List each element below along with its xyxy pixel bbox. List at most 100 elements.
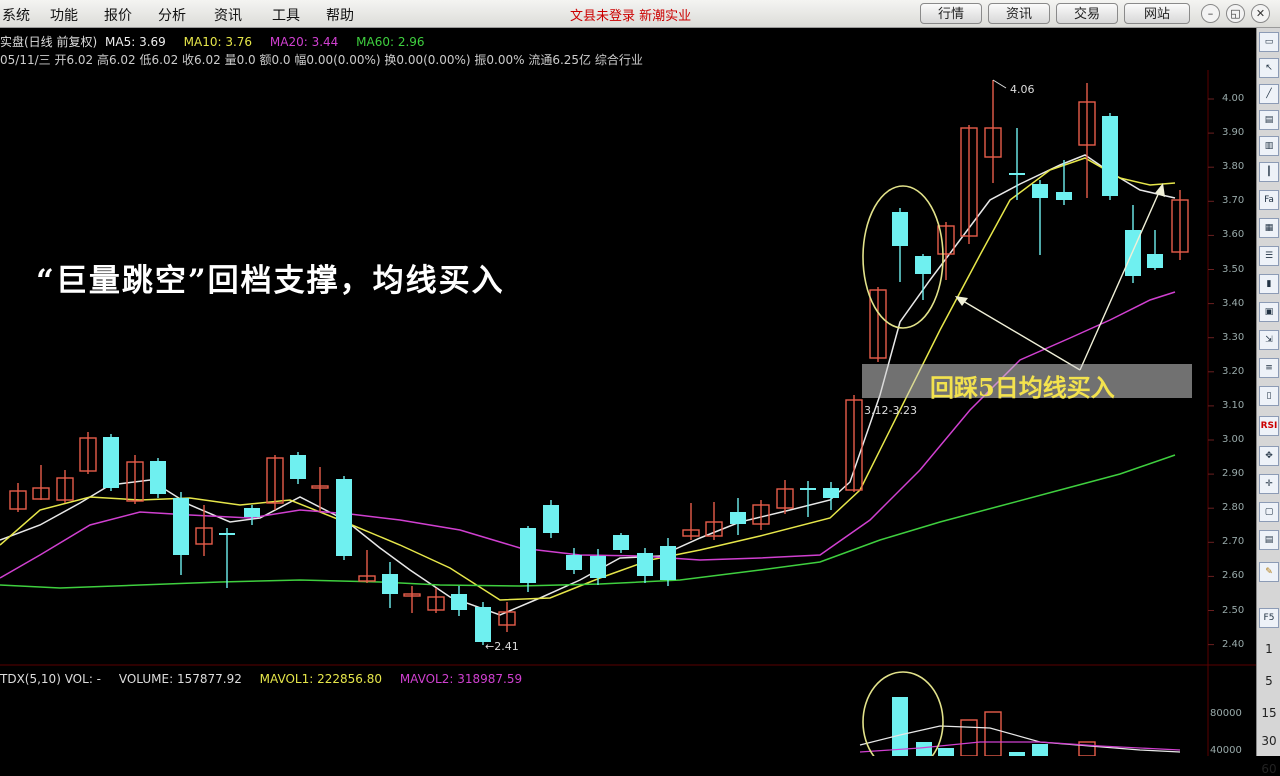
candle-body (451, 594, 467, 610)
menu-news[interactable]: 资讯 (214, 5, 242, 25)
period-30[interactable]: 30 (1259, 734, 1279, 748)
website-button[interactable]: 网站 (1124, 3, 1190, 24)
candle-body (892, 212, 908, 246)
period-60[interactable]: 60 (1259, 762, 1279, 776)
volume-bar (960, 719, 978, 756)
candle-body (1032, 184, 1048, 198)
price-tick-label: 4.00 (1222, 93, 1245, 104)
price-tick-label: 2.60 (1222, 570, 1245, 582)
toolbar-window-icon[interactable]: ▣ (1259, 302, 1279, 322)
volume-bar (1032, 744, 1048, 756)
volume-tick-label: 80000 (1210, 708, 1242, 719)
candle-body (566, 555, 582, 570)
chart-annotations: 4.06 ←2.41 3.12-3.23 (485, 79, 1165, 756)
news-button[interactable]: 资讯 (988, 3, 1050, 24)
period-15[interactable]: 15 (1259, 706, 1279, 720)
toolbar-expand-icon[interactable]: ⇲ (1259, 330, 1279, 350)
arrowhead-icon (955, 296, 968, 306)
candle-body (336, 479, 352, 556)
quote-button[interactable]: 行情 (920, 3, 982, 24)
price-tick-label: 3.70 (1222, 195, 1245, 207)
menu-analysis[interactable]: 分析 (158, 5, 186, 25)
toolbar-box-icon[interactable]: ▢ (1259, 502, 1279, 522)
low-price-label: ←2.41 (485, 640, 519, 653)
trade-button[interactable]: 交易 (1056, 3, 1118, 24)
candle-body (660, 546, 676, 580)
candle-body (290, 455, 306, 479)
price-tick-label: 2.50 (1222, 604, 1245, 616)
volume-bar (938, 748, 954, 756)
pencil-icon[interactable]: ✎ (1259, 562, 1279, 582)
banner-text: 回踩5日均线买入 (930, 373, 1115, 402)
arrow-line (1079, 189, 1161, 371)
toolbar-calendar-icon[interactable]: ▤ (1259, 530, 1279, 550)
candle-body (382, 574, 398, 594)
candle-body (1009, 173, 1025, 175)
price-tick-label: 3.60 (1222, 229, 1245, 241)
price-tick-label: 3.40 (1222, 297, 1245, 309)
candle-body (219, 533, 235, 535)
toolbar-list-icon[interactable]: ☰ (1259, 246, 1279, 266)
mavol2-value: MAVOL2: 318987.59 (399, 672, 523, 686)
period-1[interactable]: 1 (1259, 642, 1279, 656)
candle-body (520, 528, 536, 583)
price-tick-label: 2.80 (1222, 502, 1245, 514)
toolbar-line-icon[interactable]: ╱ (1259, 84, 1279, 104)
candle-body (613, 535, 629, 550)
volume-bar (1009, 752, 1025, 756)
price-tick-label: 2.40 (1222, 638, 1245, 650)
price-tick-label: 2.70 (1222, 536, 1245, 548)
candles (9, 80, 1189, 645)
window-title: 文县未登录 新潮实业 (570, 9, 692, 24)
toolbar-zoom-icon[interactable]: ▭ (1259, 32, 1279, 52)
volume-bars (859, 697, 1181, 756)
toolbar-kline-icon[interactable]: ┃ (1259, 162, 1279, 182)
volume-bar (984, 711, 1002, 756)
toolbar-move-icon[interactable]: ✛ (1259, 474, 1279, 494)
toolbar-panel-icon[interactable]: ▯ (1259, 386, 1279, 406)
restore-icon[interactable]: ◱ (1226, 4, 1245, 23)
toolbar-grid-icon[interactable]: ▦ (1259, 218, 1279, 238)
candle-body (244, 508, 260, 517)
toolbar-cursor-icon[interactable]: ↖ (1259, 58, 1279, 78)
candle-body (1147, 254, 1163, 268)
toolbar-bars-icon[interactable]: ▮ (1259, 274, 1279, 294)
close-icon[interactable]: ✕ (1251, 4, 1270, 23)
toolbar-chart-icon[interactable]: ▥ (1259, 136, 1279, 156)
candle-body (475, 607, 491, 642)
toolbar-f5-button[interactable]: F5 (1259, 608, 1279, 628)
price-tick-label: 3.80 (1222, 161, 1245, 173)
menu-tools[interactable]: 工具 (272, 5, 300, 25)
toolbar-fa-button[interactable]: Fa (1259, 190, 1279, 210)
chart-grid (0, 70, 1256, 756)
menu-system[interactable]: 系统 (2, 5, 30, 25)
menu-help[interactable]: 帮助 (326, 5, 354, 25)
candle-body (800, 488, 816, 490)
minimize-icon[interactable]: – (1201, 4, 1220, 23)
toolbar-arrow-icon[interactable]: ✥ (1259, 446, 1279, 466)
candle-body (173, 498, 189, 555)
period-5[interactable]: 5 (1259, 674, 1279, 688)
price-tick-label: 3.10 (1222, 399, 1245, 411)
high-price-label: 4.06 (1010, 83, 1035, 96)
price-tick-label: 2.90 (1222, 468, 1245, 480)
volume-bar (1078, 741, 1096, 756)
mavol1-value: MAVOL1: 222856.80 (259, 672, 382, 686)
candle-body (1102, 116, 1118, 196)
candle-body (823, 488, 839, 498)
price-tick-label: 3.00 (1222, 434, 1245, 445)
toolbar-stack-icon[interactable]: ≡ (1259, 358, 1279, 378)
toolbar-rsi-button[interactable]: RSI (1259, 416, 1279, 436)
price-tick-label: 3.90 (1222, 127, 1245, 139)
right-toolbar: ▭ ↖ ╱ ▤ ▥ ┃ Fa ▦ ☰ ▮ ▣ ⇲ ≡ ▯ RSI ✥ ✛ ▢ ▤… (1256, 28, 1280, 776)
annotation-title: “巨量跳空”回档支撑，均线买入 (36, 263, 505, 299)
price-tick-label: 3.50 (1222, 263, 1245, 275)
price-tick-label: 3.30 (1222, 331, 1245, 343)
toolbar-table-icon[interactable]: ▤ (1259, 110, 1279, 130)
menu-function[interactable]: 功能 (50, 5, 78, 25)
menu-quote[interactable]: 报价 (104, 5, 132, 25)
high-pointer (992, 79, 1007, 89)
candle-body (730, 512, 746, 524)
candle-body (590, 556, 606, 578)
candle-body (150, 461, 166, 494)
